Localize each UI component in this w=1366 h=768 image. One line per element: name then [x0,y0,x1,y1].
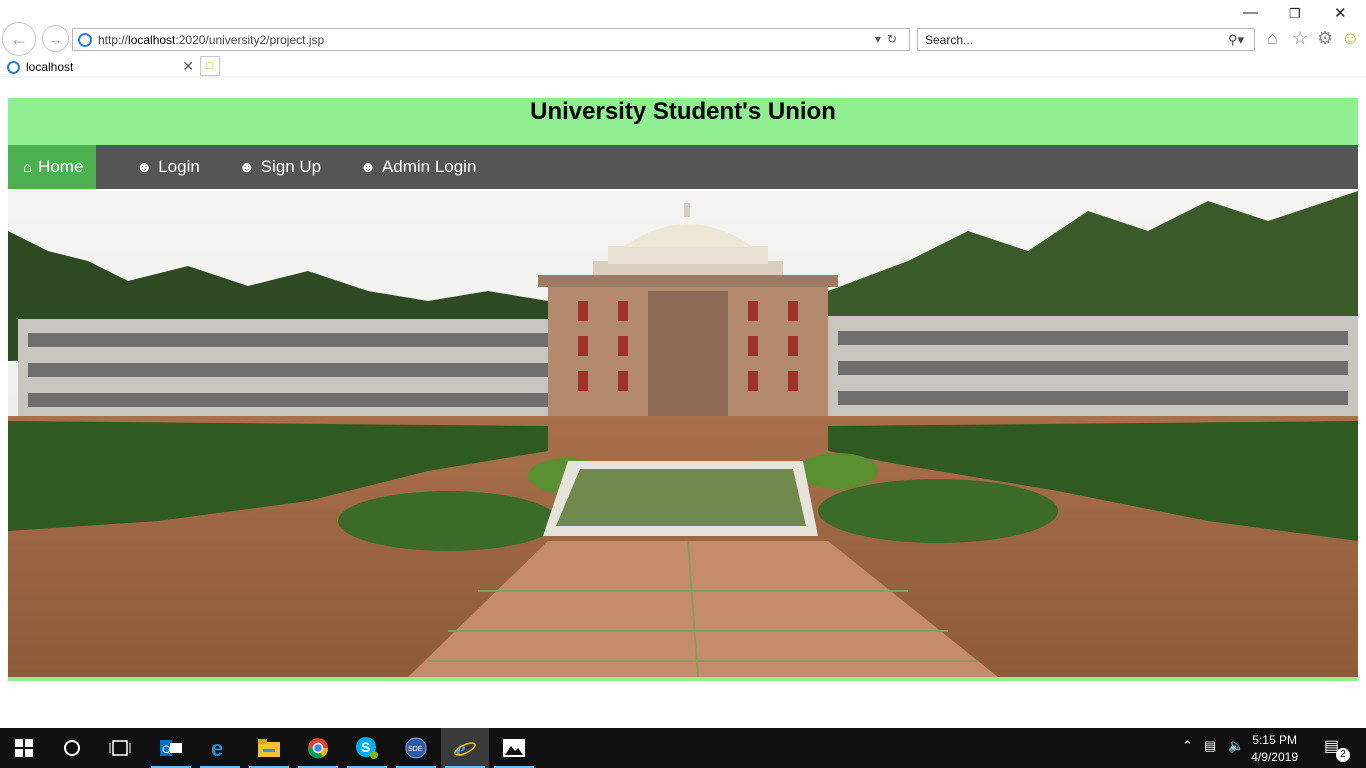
page-title: University Student's Union [530,98,836,125]
address-bar[interactable]: http://localhost:2020/university2/projec… [72,28,910,51]
browser-chrome: ← → http://localhost:2020/university2/pr… [0,0,1366,80]
nav-admin-login-label: Admin Login [381,157,477,176]
cortana-search-icon[interactable] [48,728,96,768]
ie-page-icon [78,32,92,47]
user-icon: ☻ [238,158,255,176]
search-icon[interactable]: ⚲▾ [1228,32,1244,48]
tab-localhost[interactable]: localhost ✕ [0,56,197,78]
windows-start-icon[interactable] [0,728,48,768]
task-view-icon[interactable] [96,728,144,768]
notification-count-badge: 2 [1336,748,1350,762]
volume-muted-icon[interactable]: 🔈 [1228,738,1244,754]
banner-bottom-border [8,677,1358,681]
svg-text:O: O [162,744,171,756]
smiley-feedback-icon[interactable]: ☺ [1341,28,1359,49]
chrome-divider [0,76,1366,80]
address-url: http://localhost:2020/university2/projec… [98,32,325,47]
svg-text:e: e [211,737,223,759]
forward-button[interactable]: → [42,25,69,52]
settings-gear-icon[interactable]: ⚙ [1317,28,1333,49]
show-hidden-icons-chevron-icon[interactable]: ⌃ [1182,738,1193,754]
svg-text:e: e [456,737,466,759]
nav-admin-login[interactable]: ☻ Admin Login [341,145,496,189]
minimize-icon[interactable]: — [1243,4,1258,21]
favorites-star-icon[interactable]: ☆ [1292,28,1308,49]
nav-login-label: Login [158,157,200,176]
search-placeholder: Search... [925,32,974,47]
home-icon: ⌂ [23,158,33,176]
tab-title: localhost [26,60,74,74]
site-header: University Student's Union [8,98,1358,145]
search-box[interactable]: Search... ⚲▾ [917,28,1255,51]
home-icon[interactable]: ⌂ [1267,28,1278,49]
network-icon[interactable]: ▤ [1204,738,1216,754]
chrome-icon[interactable] [294,728,342,768]
photos-icon[interactable] [490,728,538,768]
nav-login[interactable]: ☻ Login [96,145,219,189]
edge-icon[interactable]: e [196,728,244,768]
restore-icon[interactable]: ❐ [1289,6,1301,22]
nav-home[interactable]: ⌂ Home [8,145,97,189]
tab-ie-icon [7,60,20,74]
svg-text:S: S [361,739,370,755]
close-window-icon[interactable]: ✕ [1334,4,1347,22]
university-building-photo [8,191,1358,677]
nav-sign-up-label: Sign Up [260,157,322,176]
nav-home-label: Home [38,157,84,176]
user-icon: ☻ [136,158,153,176]
address-dropdown-refresh-icon[interactable]: ▾↻ [875,32,903,46]
close-tab-icon[interactable]: ✕ [182,58,194,75]
system-clock[interactable]: 5:15 PM 4/9/2019 [1251,732,1298,766]
clock-time: 5:15 PM [1252,733,1297,747]
svg-text:SDE: SDE [408,746,423,753]
windows-taskbar: O e S SDE e ⌃ ▤ 🔈 5:15 PM 4/9/2019 ▤ 2 [0,728,1366,768]
user-icon: ☻ [360,158,376,176]
clock-date: 4/9/2019 [1251,750,1298,764]
back-button[interactable]: ← [2,22,36,56]
internet-explorer-icon[interactable]: e [441,728,489,768]
new-tab-button[interactable]: □ [200,56,220,76]
sde-icon[interactable]: SDE [392,728,440,768]
main-nav: ⌂ Home ☻ Login ☻ Sign Up ☻ Admin Login [8,145,1358,189]
nav-sign-up[interactable]: ☻ Sign Up [220,145,341,189]
skype-icon[interactable]: S [343,728,391,768]
file-explorer-icon[interactable] [245,728,293,768]
outlook-icon[interactable]: O [147,728,195,768]
